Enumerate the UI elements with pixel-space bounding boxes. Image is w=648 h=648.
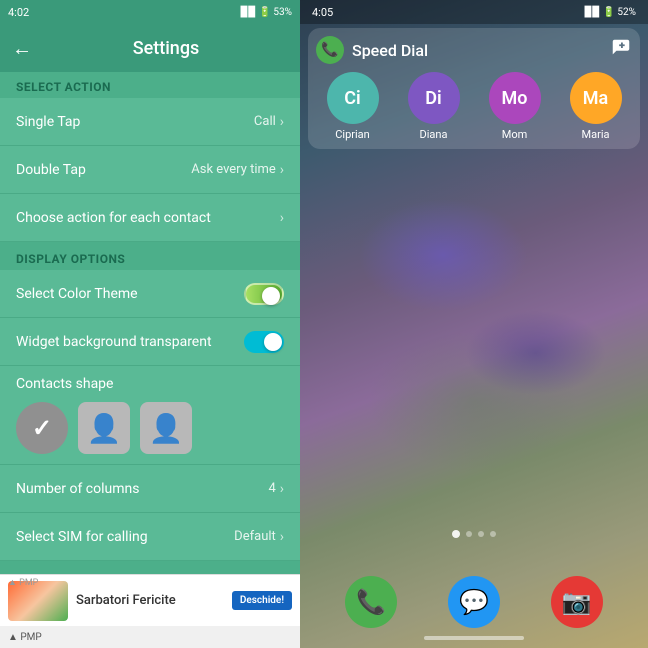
num-columns-value: 4 › [268,481,284,497]
toggle-knob [262,287,280,305]
shape-options: ✓ 👤 👤 [16,402,284,454]
double-tap-value: Ask every time › [191,162,284,178]
widget-title: Speed Dial [352,41,428,60]
page-dot-1 [452,530,460,538]
contacts-shape-section: Contacts shape ✓ 👤 👤 [0,366,300,465]
contact-name-mom: Mom [502,128,528,141]
toggle-knob-bg [264,333,282,351]
select-sim-value: Default › [234,529,284,545]
ad-label: ▲ PMP [8,577,38,588]
chevron-icon: › [280,210,284,226]
nav-bar-right [300,628,648,648]
ad-open-button[interactable]: Deschide! [232,591,292,610]
phone-icon: 📞 [316,36,344,64]
contact-name-ciprian: Ciprian [335,128,369,141]
dock-phone-app[interactable]: 📞 [345,576,397,628]
display-options-header: DISPLAY OPTIONS [0,246,300,270]
status-bar-right: 4:05 ▉▉ 🔋 52% [300,0,648,24]
contacts-row: Ci Ciprian Di Diana Mo Mom [316,72,632,141]
color-theme-label: Select Color Theme [16,286,138,302]
ad-text: Sarbatori Fericite [76,593,224,608]
ad-banner: ▲ PMP Sarbatori Fericite Deschide! [0,574,300,626]
chevron-icon: › [280,114,284,130]
dock-messages-app[interactable]: 💬 [448,576,500,628]
phone-screen: 4:05 ▉▉ 🔋 52% 📞 Speed Dial Ci [300,0,648,648]
checkmark-icon: ✓ [32,414,52,442]
chevron-icon: › [280,529,284,545]
widget-title-row: 📞 Speed Dial [316,36,428,64]
bottom-dock: 📞 💬 📷 [300,576,648,628]
contact-avatar-maria: Ma [570,72,622,124]
select-sim-label: Select SIM for calling [16,529,148,545]
color-theme-toggle[interactable] [244,283,284,305]
bottom-bar-left: ▲ PMP [0,626,300,648]
contact-avatar-mom: Mo [489,72,541,124]
widget-bg-toggle[interactable] [244,331,284,353]
person-icon-2: 👤 [149,412,184,445]
widget-bg-item[interactable]: Widget background transparent [0,318,300,366]
single-tap-item[interactable]: Single Tap Call › [0,98,300,146]
shape-circle-option[interactable]: ✓ [16,402,68,454]
page-dot-2 [466,531,472,537]
single-tap-value: Call › [254,114,284,130]
chevron-icon: › [280,162,284,178]
back-button[interactable]: ← [12,36,32,61]
shape-rect-option-1[interactable]: 👤 [78,402,130,454]
color-theme-item[interactable]: Select Color Theme [0,270,300,318]
contact-name-diana: Diana [420,128,448,141]
contact-maria[interactable]: Ma Maria [570,72,622,141]
double-tap-label: Double Tap [16,162,86,178]
contact-avatar-ciprian: Ci [327,72,379,124]
contacts-shape-label: Contacts shape [16,376,284,392]
widget-bg-label: Widget background transparent [16,334,212,350]
settings-title: Settings [44,38,288,59]
page-dot-4 [490,531,496,537]
num-columns-label: Number of columns [16,481,139,497]
settings-header: ← Settings [0,24,300,72]
status-icons-right: ▉▉ 🔋 52% [585,7,636,18]
dock-camera-app[interactable]: 📷 [551,576,603,628]
single-tap-label: Single Tap [16,114,80,130]
page-indicators [300,530,648,538]
time-right: 4:05 [312,6,333,19]
shape-rect-option-2[interactable]: 👤 [140,402,192,454]
status-bar-left: 4:02 ▉▉ 🔋 53% [0,0,300,24]
widget-header: 📞 Speed Dial [316,36,632,64]
contact-avatar-diana: Di [408,72,460,124]
contact-name-maria: Maria [582,128,610,141]
choose-action-label: Choose action for each contact [16,210,211,226]
num-columns-item[interactable]: Number of columns 4 › [0,465,300,513]
contact-diana[interactable]: Di Diana [408,72,460,141]
add-contact-button[interactable] [610,37,632,64]
select-sim-item[interactable]: Select SIM for calling Default › [0,513,300,561]
choose-action-item[interactable]: Choose action for each contact › [0,194,300,242]
choose-action-chevron: › [280,210,284,226]
nav-pill [424,636,524,640]
chevron-icon: › [280,481,284,497]
select-action-header: SELECT ACTION [0,72,300,98]
page-dot-3 [478,531,484,537]
speed-dial-widget: 📞 Speed Dial Ci Ciprian [308,28,640,149]
settings-panel: 4:02 ▉▉ 🔋 53% ← Settings SELECT ACTION S… [0,0,300,648]
wallpaper: 4:05 ▉▉ 🔋 52% 📞 Speed Dial Ci [300,0,648,648]
person-icon-1: 👤 [87,412,122,445]
contact-mom[interactable]: Mo Mom [489,72,541,141]
time-left: 4:02 [8,6,29,19]
double-tap-item[interactable]: Double Tap Ask every time › [0,146,300,194]
status-icons-left: ▉▉ 🔋 53% [241,7,292,18]
contact-ciprian[interactable]: Ci Ciprian [327,72,379,141]
